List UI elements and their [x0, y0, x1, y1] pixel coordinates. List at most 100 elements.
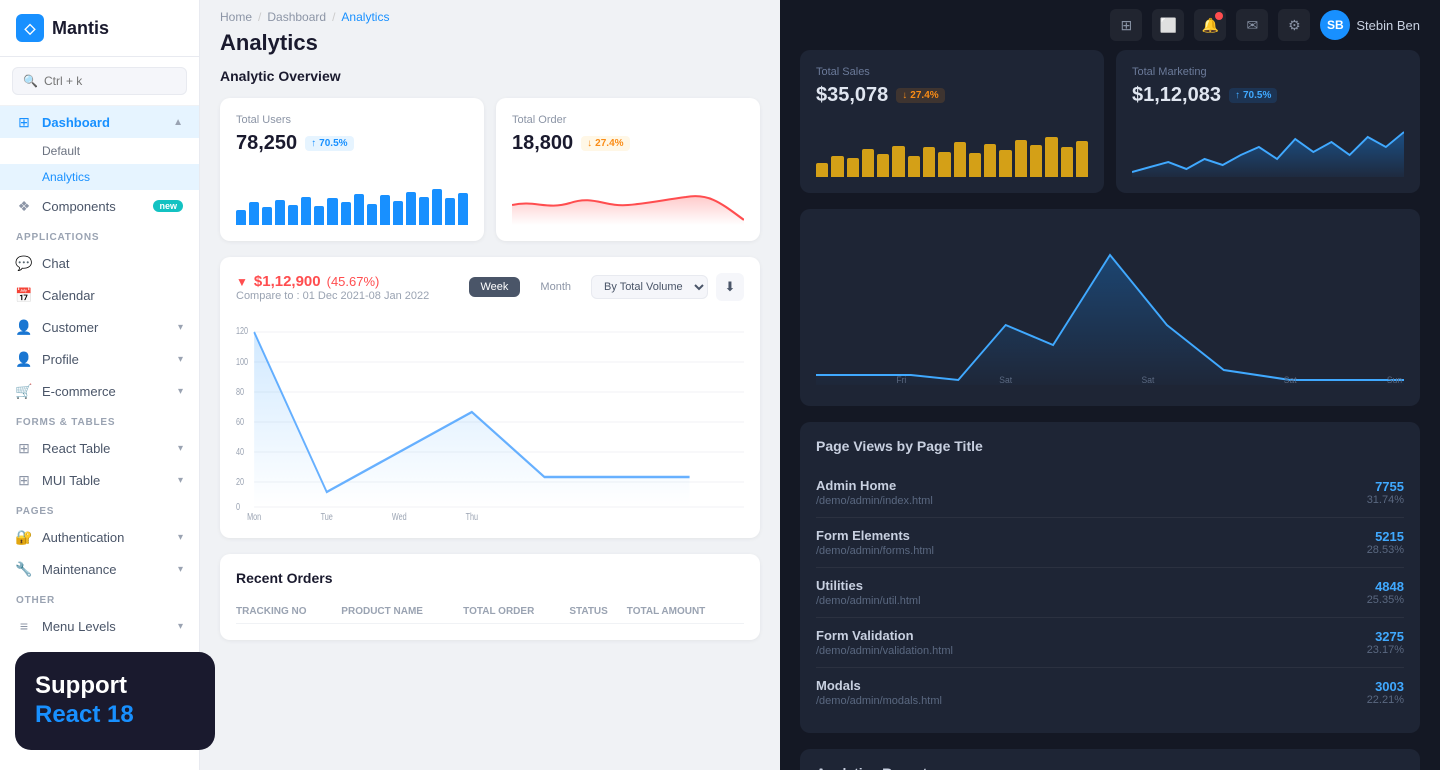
- monitor-icon[interactable]: ⬜: [1152, 9, 1184, 41]
- avatar-circle: SB: [1320, 10, 1350, 40]
- income-percent: (45.67%): [327, 274, 380, 289]
- sidebar-item-calendar[interactable]: 📅 Calendar: [0, 279, 199, 311]
- dark-stat-card-sales: Total Sales $35,078 ↓ 27.4%: [800, 50, 1104, 193]
- bell-icon[interactable]: 🔔: [1194, 9, 1226, 41]
- sidebar-item-label: Dashboard: [42, 115, 110, 130]
- svg-text:Sat: Sat: [999, 375, 1012, 385]
- user-avatar[interactable]: SB Stebin Ben: [1320, 10, 1420, 40]
- gold-bar-item: [938, 152, 950, 178]
- pv-url: /demo/admin/modals.html: [816, 695, 942, 707]
- sidebar-item-react-table[interactable]: ⊞ React Table ▾: [0, 432, 199, 464]
- sidebar-auth-label: Authentication: [42, 530, 124, 545]
- order-area-chart: [512, 165, 744, 225]
- search-input[interactable]: [44, 74, 176, 88]
- svg-text:Wed: Wed: [392, 511, 407, 522]
- bar-item: [288, 205, 298, 225]
- pv-url: /demo/admin/validation.html: [816, 645, 953, 657]
- bar-item: [249, 202, 259, 225]
- search-box[interactable]: 🔍: [12, 67, 187, 95]
- sidebar-item-ecommerce[interactable]: 🛒 E-commerce ▾: [0, 375, 199, 407]
- volume-select[interactable]: By Total Volume: [591, 275, 708, 299]
- total-order-value: 18,800: [512, 132, 573, 155]
- marketing-badge: ↑ 70.5%: [1229, 88, 1277, 103]
- support-popup-text: Support React 18: [35, 672, 195, 730]
- col-total-order: TOTAL ORDER: [463, 600, 569, 624]
- support-line2: React 18: [35, 701, 195, 730]
- svg-text:40: 40: [236, 446, 244, 457]
- mail-icon[interactable]: ✉: [1236, 9, 1268, 41]
- total-users-value: 78,250: [236, 132, 297, 155]
- support-popup[interactable]: Support React 18: [15, 652, 215, 750]
- page-view-item: Form Elements /demo/admin/forms.html 521…: [816, 518, 1404, 568]
- recent-orders-title: Recent Orders: [236, 570, 744, 586]
- week-btn[interactable]: Week: [469, 277, 521, 297]
- sidebar-item-profile[interactable]: 👤 Profile ▾: [0, 343, 199, 375]
- svg-text:Sat: Sat: [1142, 375, 1155, 385]
- sidebar-profile-label: Profile: [42, 352, 79, 367]
- chevron-icon8: ▾: [178, 621, 183, 632]
- logo-icon: ◇: [16, 14, 44, 42]
- gold-bar-item: [892, 146, 904, 177]
- total-order-label: Total Order: [512, 114, 744, 126]
- total-sales-value: $35,078: [816, 84, 888, 107]
- breadcrumb-dashboard[interactable]: Dashboard: [267, 10, 326, 24]
- sidebar-calendar-label: Calendar: [42, 288, 95, 303]
- gold-bar-item: [969, 153, 981, 177]
- pages-section-label: Pages: [0, 496, 199, 521]
- sidebar-item-components[interactable]: ❖ Components new: [0, 190, 199, 222]
- month-btn[interactable]: Month: [528, 277, 583, 297]
- dark-stat-card-marketing: Total Marketing $1,12,083 ↑ 70.5%: [1116, 50, 1420, 193]
- chevron-icon6: ▾: [178, 532, 183, 543]
- svg-text:20: 20: [236, 476, 244, 487]
- sales-bar-chart: [816, 117, 1088, 177]
- sidebar-item-customer[interactable]: 👤 Customer ▾: [0, 311, 199, 343]
- maintenance-icon: 🔧: [16, 561, 32, 577]
- breadcrumb-home[interactable]: Home: [220, 10, 252, 24]
- sidebar-item-maintenance[interactable]: 🔧 Maintenance ▾: [0, 553, 199, 585]
- gold-bar-item: [908, 156, 920, 177]
- bar-item: [458, 193, 468, 225]
- download-btn[interactable]: ⬇: [716, 273, 744, 301]
- bar-item: [380, 195, 390, 225]
- applications-section-label: Applications: [0, 222, 199, 247]
- page-title: Analytics: [200, 24, 780, 68]
- chat-icon: 💬: [16, 255, 32, 271]
- other-section-label: Other: [0, 585, 199, 610]
- stat-cards-light: Total Users 78,250 ↑ 70.5% Total Order: [220, 98, 760, 241]
- search-icon: 🔍: [23, 74, 38, 88]
- gold-bar-item: [862, 149, 874, 177]
- sidebar-item-chat[interactable]: 💬 Chat: [0, 247, 199, 279]
- chevron-icon7: ▾: [178, 564, 183, 575]
- pv-pct: 22.21%: [1367, 694, 1404, 706]
- bar-item: [327, 198, 337, 225]
- sidebar-sub-analytics[interactable]: Analytics: [0, 164, 199, 190]
- marketing-area-chart: [1132, 117, 1404, 177]
- gold-bar-item: [831, 156, 843, 177]
- analytics-report-section: Analytics Report: [800, 749, 1420, 770]
- sidebar-sub-default[interactable]: Default: [0, 138, 199, 164]
- pv-title: Admin Home: [816, 478, 933, 493]
- order-badge: ↓ 27.4%: [581, 136, 629, 151]
- gold-bar-item: [816, 163, 828, 177]
- svg-text:Sat: Sat: [1284, 375, 1297, 385]
- pv-title: Form Validation: [816, 628, 953, 643]
- settings-icon[interactable]: ⚙: [1278, 9, 1310, 41]
- sidebar-item-mui-table[interactable]: ⊞ MUI Table ▾: [0, 464, 199, 496]
- sidebar-item-dashboard[interactable]: ⊞ Dashboard ▲: [0, 106, 199, 138]
- sidebar-item-authentication[interactable]: 🔐 Authentication ▾: [0, 521, 199, 553]
- pv-count: 7755: [1367, 479, 1404, 494]
- calendar-icon: 📅: [16, 287, 32, 303]
- gold-bar-item: [1076, 141, 1088, 177]
- sidebar-item-menu-levels[interactable]: ≡ Menu Levels ▾: [0, 610, 199, 642]
- dark-panel: ⊞ ⬜ 🔔 ✉ ⚙ SB Stebin Ben Total Sales: [780, 0, 1440, 770]
- chevron-icon: ▾: [178, 322, 183, 333]
- order-badge-value: 27.4%: [595, 138, 623, 149]
- grid-icon[interactable]: ⊞: [1110, 9, 1142, 41]
- ecommerce-icon: 🛒: [16, 383, 32, 399]
- arrow-up-icon: ↑: [311, 138, 316, 149]
- sidebar-react-table-label: React Table: [42, 441, 110, 456]
- sidebar-customer-label: Customer: [42, 320, 98, 335]
- pv-url: /demo/admin/index.html: [816, 495, 933, 507]
- dark-content: Total Sales $35,078 ↓ 27.4% Total Market…: [780, 50, 1440, 770]
- sidebar-chat-label: Chat: [42, 256, 69, 271]
